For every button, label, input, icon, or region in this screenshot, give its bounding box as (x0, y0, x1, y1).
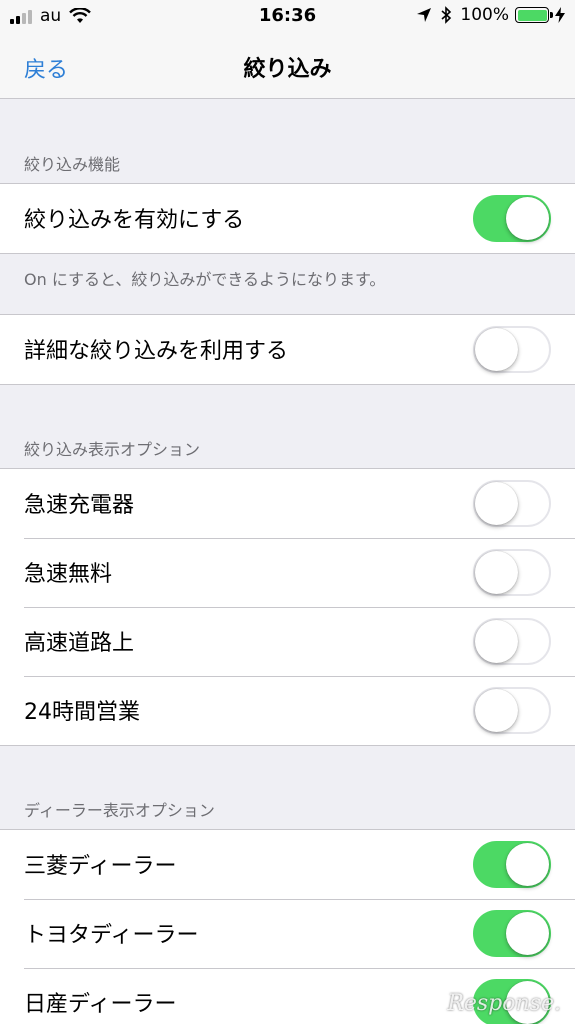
filter-enable-group: 絞り込みを有効にする (0, 183, 575, 254)
list-item: 急速充電器 (0, 469, 575, 538)
navigation-bar: 戻る 絞り込み (0, 32, 575, 99)
open-24h-toggle[interactable] (473, 687, 551, 734)
option-label: 日産ディーラー (24, 992, 177, 1017)
option-label: 24時間営業 (24, 700, 140, 725)
quick-free-toggle[interactable] (473, 549, 551, 596)
advanced-filter-toggle[interactable] (473, 326, 551, 373)
highway-toggle[interactable] (473, 618, 551, 665)
list-item: 急速無料 (0, 538, 575, 607)
enable-filter-label: 絞り込みを有効にする (24, 208, 245, 233)
filter-advanced-group: 詳細な絞り込みを利用する (0, 314, 575, 385)
quick-charger-toggle[interactable] (473, 480, 551, 527)
section-header-display: 絞り込み表示オプション (24, 440, 201, 459)
watermark-logo: Response. (447, 991, 561, 1016)
option-label: トヨタディーラー (24, 923, 199, 948)
list-item: 三菱ディーラー (0, 830, 575, 899)
location-arrow-icon (417, 8, 432, 22)
option-label: 高速道路上 (24, 631, 135, 656)
battery-icon (515, 7, 553, 23)
battery-percentage: 100% (460, 5, 509, 25)
bluetooth-icon (441, 6, 452, 24)
status-bar: au 16:36 100% (0, 0, 575, 32)
filter-footer-text: On にすると、絞り込みができるようになります。 (24, 270, 386, 289)
option-label: 急速充電器 (24, 493, 135, 518)
enable-filter-toggle[interactable] (473, 195, 551, 242)
list-item: 24時間営業 (0, 676, 575, 745)
list-item: 詳細な絞り込みを利用する (0, 315, 575, 384)
section-header-filter: 絞り込み機能 (24, 155, 121, 174)
list-item: 絞り込みを有効にする (0, 184, 575, 253)
charging-bolt-icon (555, 7, 565, 23)
display-options-group: 急速充電器 急速無料 高速道路上 24時間営業 (0, 468, 575, 746)
section-header-dealer: ディーラー表示オプション (24, 801, 215, 820)
option-label: 急速無料 (24, 562, 113, 587)
list-item: 高速道路上 (0, 607, 575, 676)
toyota-dealer-toggle[interactable] (473, 910, 551, 957)
option-label: 三菱ディーラー (24, 854, 177, 879)
list-item: トヨタディーラー (0, 899, 575, 968)
advanced-filter-label: 詳細な絞り込みを利用する (24, 339, 289, 364)
mitsubishi-dealer-toggle[interactable] (473, 841, 551, 888)
page-title: 絞り込み (243, 57, 332, 82)
